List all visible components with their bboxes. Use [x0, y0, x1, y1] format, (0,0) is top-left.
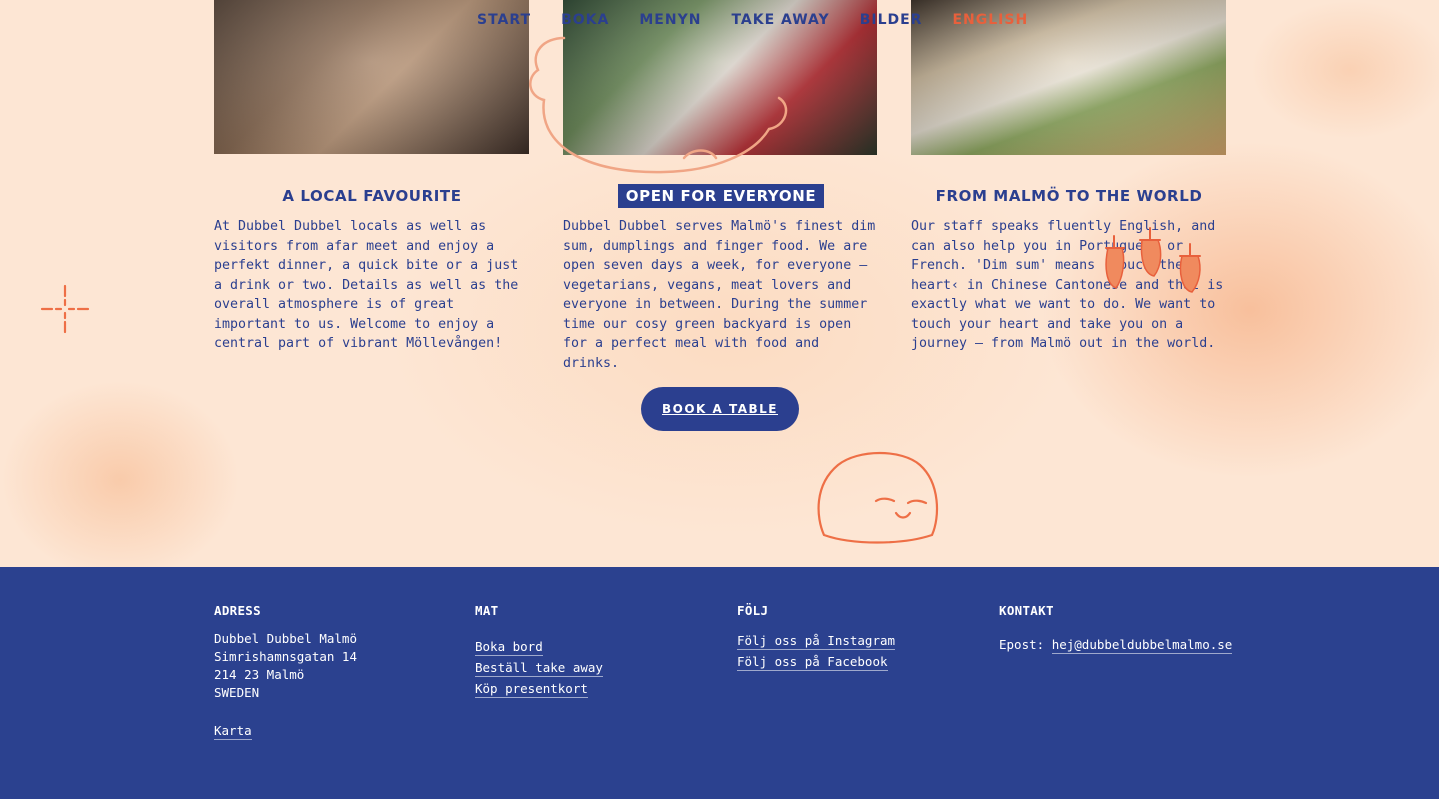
footer-contact: KONTAKT Epost: hej@dubbeldubbelmalmo.se: [999, 603, 1233, 655]
email-label: Epost:: [999, 637, 1045, 652]
address-line: SWEDEN: [214, 685, 260, 700]
cloud-doodle-icon: [529, 36, 788, 174]
footer-heading: ADRESS: [214, 603, 261, 618]
heading-text: FROM MALMÖ TO THE WORLD: [935, 187, 1203, 205]
section-heading: FROM MALMÖ TO THE WORLD: [911, 184, 1227, 208]
email-link[interactable]: hej@dubbeldubbelmalmo.se: [1051, 636, 1233, 654]
open-for-everyone-section: OPEN FOR EVERYONE Dubbel Dubbel serves M…: [563, 184, 879, 373]
footer-heading: KONTAKT: [999, 603, 1054, 618]
nav-boka[interactable]: BOKA: [561, 12, 609, 28]
address-line: 214 23 Malmö: [214, 667, 305, 682]
nav-take-away[interactable]: TAKE AWAY: [731, 12, 829, 28]
contact-email-row: Epost: hej@dubbeldubbelmalmo.se: [999, 636, 1233, 655]
book-table-link[interactable]: Boka bord: [475, 638, 543, 656]
chili-doodle-icon: [1105, 227, 1201, 293]
site-footer: ADRESS Dubbel Dubbel Malmö Simrishamnsga…: [0, 567, 1439, 799]
section-heading: A LOCAL FAVOURITE: [214, 184, 530, 208]
main-nav: START BOKA MENYN TAKE AWAY BILDER ENGLIS…: [477, 12, 1058, 28]
section-text: Dubbel Dubbel serves Malmö's finest dim …: [563, 219, 876, 371]
language-switch[interactable]: ENGLISH: [952, 12, 1028, 28]
watercolor-wash: [0, 380, 240, 580]
crosshair-doodle-icon: [40, 284, 90, 334]
footer-heading: FÖLJ: [737, 603, 769, 618]
dumpling-face-icon: [817, 451, 938, 544]
watercolor-wash: [1250, 0, 1439, 140]
section-heading: OPEN FOR EVERYONE: [563, 184, 879, 208]
nav-menyn[interactable]: MENYN: [639, 12, 701, 28]
facebook-link[interactable]: Följ oss på Facebook: [737, 653, 888, 671]
address-line: Simrishamnsgatan 14: [214, 649, 357, 664]
footer-food: MAT Boka bord Beställ take away Köp pres…: [475, 603, 603, 699]
footer-address: ADRESS Dubbel Dubbel Malmö Simrishamnsga…: [214, 603, 357, 741]
section-text: At Dubbel Dubbel locals as well as visit…: [214, 219, 519, 351]
map-link[interactable]: Karta: [214, 722, 252, 740]
footer-heading: MAT: [475, 603, 499, 618]
footer-follow: FÖLJ Följ oss på Instagram Följ oss på F…: [737, 603, 896, 672]
order-take-away-link[interactable]: Beställ take away: [475, 659, 603, 677]
address-line: Dubbel Dubbel Malmö: [214, 631, 357, 646]
heading-text: OPEN FOR EVERYONE: [617, 184, 825, 208]
local-favourite-section: A LOCAL FAVOURITE At Dubbel Dubbel local…: [214, 184, 530, 354]
nav-bilder[interactable]: BILDER: [860, 12, 923, 28]
book-a-table-button[interactable]: BOOK A TABLE: [641, 387, 799, 431]
nav-start[interactable]: START: [477, 12, 531, 28]
heading-text: A LOCAL FAVOURITE: [282, 187, 462, 205]
gift-card-link[interactable]: Köp presentkort: [475, 680, 588, 698]
instagram-link[interactable]: Följ oss på Instagram: [737, 632, 896, 650]
